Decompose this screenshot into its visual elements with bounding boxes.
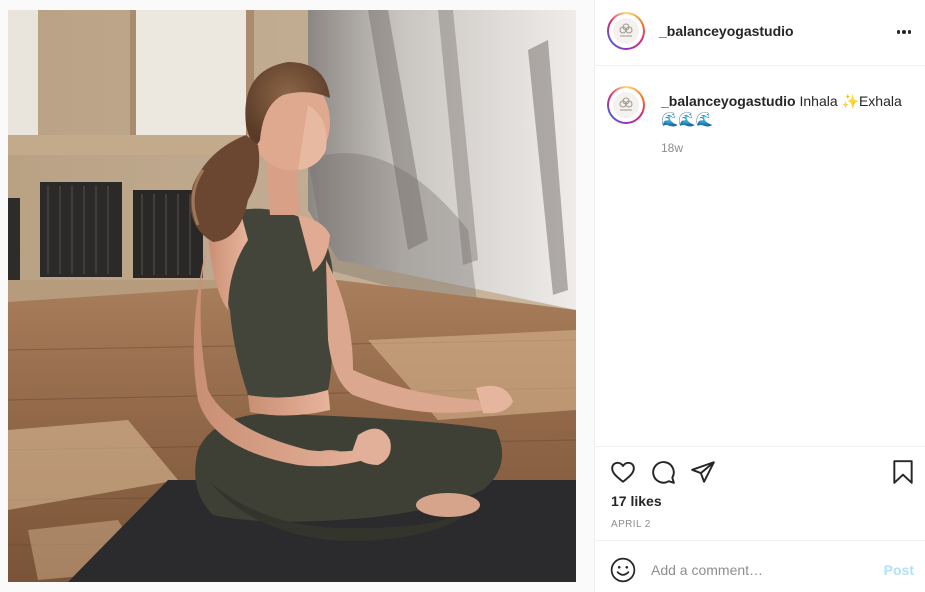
post-author-username[interactable]: _balanceyogastudio: [659, 23, 794, 39]
bookmark-icon[interactable]: [890, 459, 916, 485]
avatar-ring-inner: [609, 14, 643, 48]
lotus-logo-icon: [619, 97, 633, 111]
heart-icon[interactable]: [610, 459, 636, 485]
avatar[interactable]: [607, 12, 645, 50]
avatar-ring-inner: [609, 88, 643, 122]
add-comment-bar: Post: [595, 540, 925, 592]
post-side-panel: _balanceyogastudio _balanceyogastudio In…: [594, 0, 925, 592]
post-actions: 17 likes APRIL 2: [595, 446, 925, 540]
post-header: _balanceyogastudio: [595, 0, 925, 66]
studio-logo: [613, 92, 639, 118]
caption-username[interactable]: _balanceyogastudio: [661, 93, 796, 109]
yoga-meditation-photo: [8, 10, 576, 582]
comment-input[interactable]: [651, 557, 871, 583]
paper-plane-icon[interactable]: [690, 459, 716, 485]
post-comment-button[interactable]: Post: [884, 562, 914, 578]
studio-logo: [613, 18, 639, 44]
emoji-smiley-icon[interactable]: [610, 557, 636, 583]
post-caption: _balanceyogastudio Inhala ✨Exhala 🌊🌊🌊 18…: [595, 66, 925, 446]
post-age[interactable]: 18w: [661, 141, 683, 155]
post-date: APRIL 2: [611, 519, 651, 530]
instagram-post-modal: _balanceyogastudio _balanceyogastudio In…: [0, 0, 925, 592]
comment-bubble-icon[interactable]: [650, 459, 676, 485]
post-photo[interactable]: [8, 10, 576, 582]
likes-count[interactable]: 17 likes: [611, 493, 662, 509]
lotus-logo-icon: [619, 23, 633, 37]
dot: [907, 30, 912, 34]
more-options-icon[interactable]: [894, 24, 914, 40]
caption-avatar[interactable]: [607, 86, 645, 124]
dot: [902, 30, 906, 34]
dot: [896, 30, 901, 34]
caption-text-block: _balanceyogastudio Inhala ✨Exhala 🌊🌊🌊: [661, 92, 911, 128]
